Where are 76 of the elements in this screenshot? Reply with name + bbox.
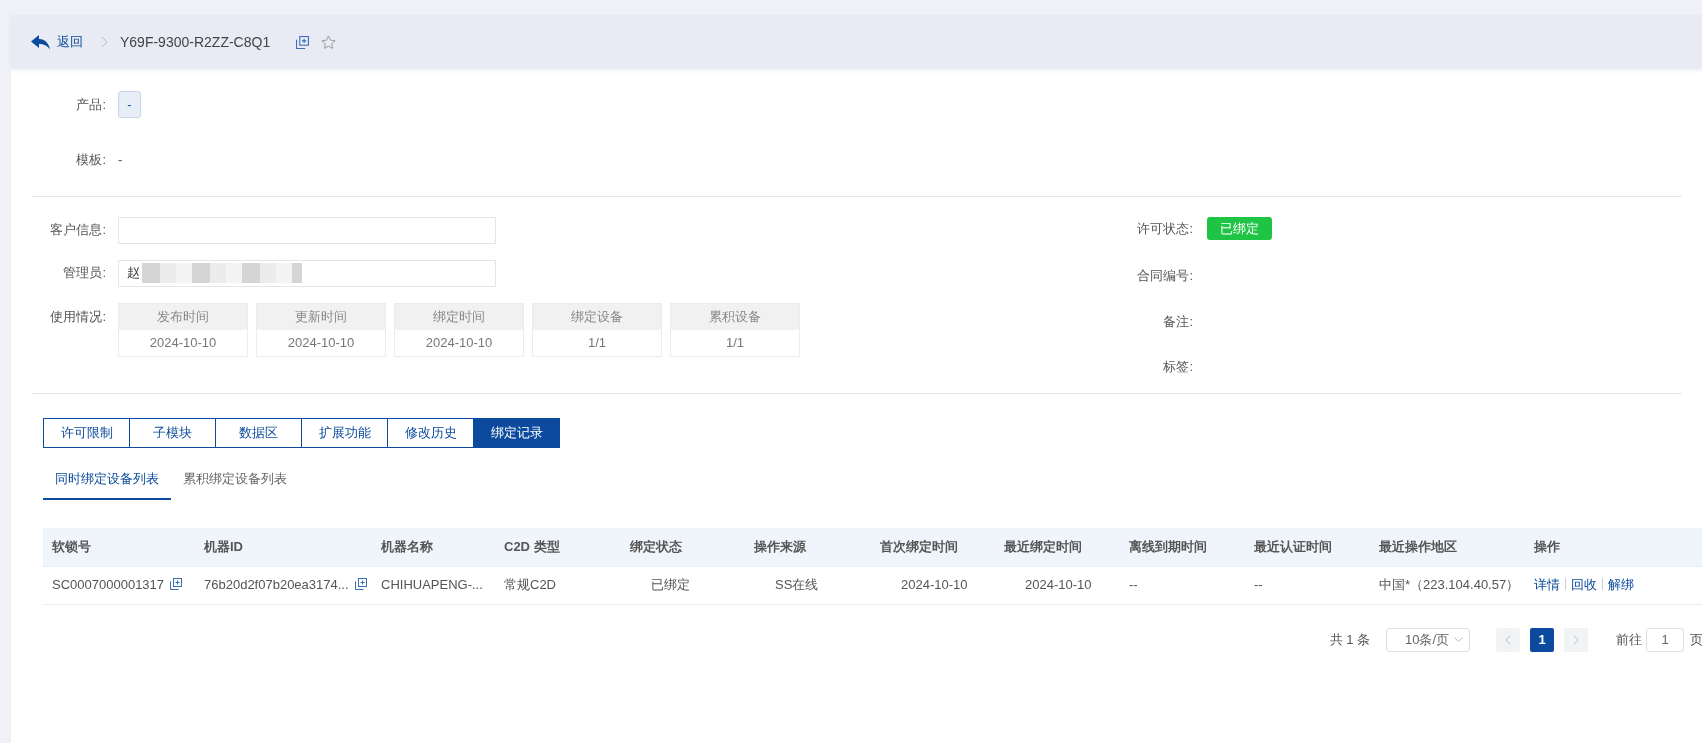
table-cell: 76b20d2f07b20ea3174... (204, 577, 349, 593)
page-size-select[interactable]: 10条/页 (1386, 627, 1470, 652)
table-cell: -- (1254, 577, 1263, 593)
table-cell: SS在线 (775, 577, 819, 593)
status-badge: 已绑定 (1207, 216, 1272, 240)
column-header: 最近绑定时间 (995, 528, 1120, 566)
tab[interactable]: 绑定记录 (473, 417, 560, 448)
column-header: 软锁号 (43, 528, 195, 566)
column-header: 操作 (1525, 528, 1702, 566)
column-header: 离线到期时间 (1120, 528, 1245, 566)
tab[interactable]: 扩展功能 (301, 417, 388, 448)
table-cell: 中国*（223.104.40.57） (1379, 577, 1520, 593)
usage-header: 累积设备 (671, 303, 799, 330)
copy-icon[interactable] (296, 35, 310, 49)
column-header: 首次绑定时间 (871, 528, 995, 566)
back-arrow-icon[interactable] (31, 34, 51, 50)
column-header: C2D 类型 (495, 528, 621, 566)
action-link[interactable]: 回收 (1571, 577, 1597, 593)
goto-suffix: 页 (1690, 630, 1702, 649)
column-header: 操作来源 (745, 528, 871, 566)
usage-value: 1/1 (724, 333, 746, 352)
field-label: 管理员: (62, 264, 107, 283)
usage-header: 发布时间 (119, 303, 247, 330)
usage-value: 2024-10-10 (286, 333, 356, 352)
tab[interactable]: 数据区 (215, 417, 302, 448)
chevron-left-icon (1505, 634, 1511, 645)
field-value: - (118, 151, 123, 169)
usage-value: 2024-10-10 (148, 333, 218, 352)
field-label: 许可状态: (1136, 219, 1194, 238)
back-link[interactable]: 返回 (57, 32, 83, 52)
usage-value: 1/1 (586, 333, 608, 352)
star-icon[interactable] (321, 34, 337, 50)
table-cell: 2024-10-10 (901, 577, 968, 593)
total-count: 共 1 条 (1329, 630, 1370, 649)
column-header: 绑定状态 (621, 528, 745, 566)
field-label: 合同编号: (1136, 267, 1194, 285)
product-tag: - (118, 91, 141, 118)
table-cell: 2024-10-10 (1025, 577, 1092, 593)
tab[interactable]: 子模块 (129, 417, 216, 448)
page-title: Y69F-9300-R2ZZ-C8Q1 (120, 32, 271, 52)
column-header: 最近认证时间 (1245, 528, 1370, 566)
field-label: 产品: (75, 95, 107, 114)
usage-value: 2024-10-10 (424, 333, 494, 352)
column-header: 机器ID (195, 528, 372, 566)
tab[interactable]: 许可限制 (43, 417, 130, 448)
tab[interactable]: 修改历史 (387, 417, 474, 448)
table-cell: 已绑定 (651, 577, 690, 593)
chevron-down-icon (1454, 636, 1463, 643)
table-cell: SC0007000001317 (52, 577, 165, 593)
field-value: 赵 (127, 264, 140, 283)
usage-header: 绑定设备 (533, 303, 661, 330)
field-label: 标签: (1162, 358, 1194, 376)
field-label: 客户信息: (49, 221, 107, 240)
goto-label: 前往 (1616, 630, 1642, 649)
field-label: 使用情况: (49, 307, 107, 326)
page-button[interactable]: 1 (1530, 627, 1554, 652)
chevron-right-icon (1573, 634, 1579, 645)
tab[interactable]: 同时绑定设备列表 (43, 468, 171, 500)
table-cell: CHIHUAPENG-... (381, 577, 483, 593)
field-label: 备注: (1162, 312, 1194, 331)
table-cell: 常规C2D (504, 577, 556, 593)
copy-icon[interactable] (170, 578, 183, 591)
copy-icon[interactable] (354, 578, 367, 591)
input-field[interactable] (118, 216, 496, 244)
action-link[interactable]: 解绑 (1608, 577, 1634, 593)
tab[interactable]: 累积绑定设备列表 (171, 468, 299, 500)
table-cell: -- (1129, 577, 1138, 593)
column-header: 机器名称 (372, 528, 495, 566)
page-input[interactable]: 1 (1646, 627, 1684, 652)
column-header: 最近操作地区 (1370, 528, 1525, 566)
action-link[interactable]: 详情 (1534, 577, 1560, 593)
usage-header: 更新时间 (257, 303, 385, 330)
usage-header: 绑定时间 (395, 303, 523, 330)
chevron-right-icon (101, 36, 108, 48)
field-label: 模板: (75, 151, 107, 169)
input-field[interactable]: 赵 (118, 259, 496, 287)
